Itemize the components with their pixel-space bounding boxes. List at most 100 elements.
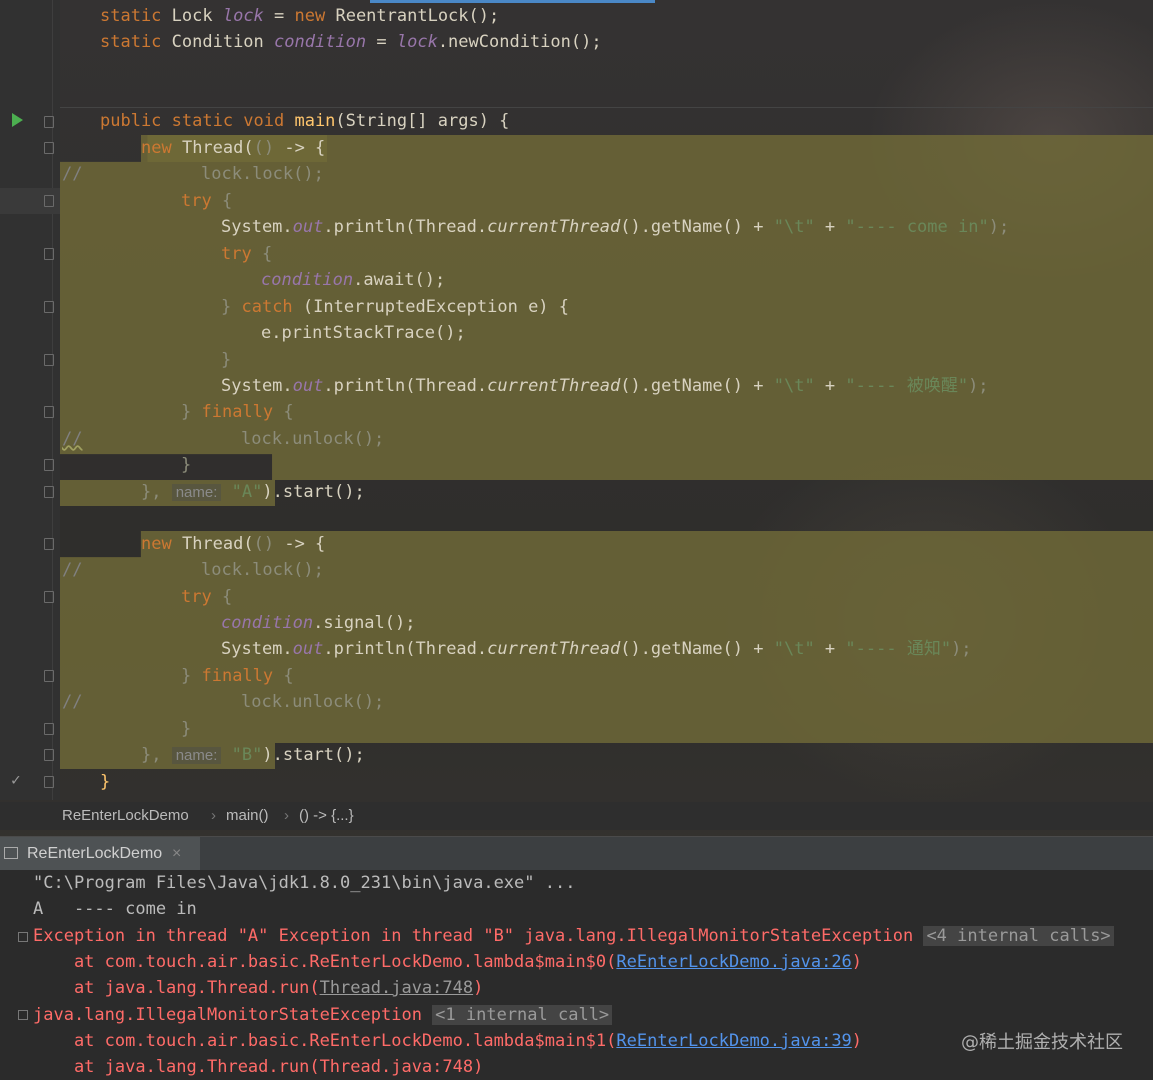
console-line-output: A ---- come in xyxy=(33,899,197,919)
console-line-stack: at java.lang.Thread.run(Thread.java:748) xyxy=(33,975,483,1001)
fold-marker-icon[interactable] xyxy=(44,354,54,366)
fold-marker-icon[interactable] xyxy=(44,142,54,154)
code-line-start-a: }, name: "A").start(); xyxy=(141,479,365,505)
commented-lock-call: lock.lock(); xyxy=(201,560,324,580)
code-line-catch: } catch (InterruptedException e) { xyxy=(221,294,569,320)
brace: { xyxy=(221,587,233,607)
run-tool-window-header: ReEnterLockDemo × xyxy=(0,836,1153,871)
fold-marker-icon[interactable] xyxy=(44,301,54,313)
code-line-println-2: System.out.println(Thread.currentThread(… xyxy=(221,373,989,399)
field-condition: condition xyxy=(274,32,367,52)
await-call: .await(); xyxy=(353,270,446,290)
fold-marker-icon[interactable] xyxy=(44,776,54,788)
message-string: "---- 通知" xyxy=(845,639,952,659)
field-lock: lock xyxy=(396,32,438,52)
internal-calls-fold[interactable]: <4 internal calls> xyxy=(923,926,1114,946)
thread-name-string: "A" xyxy=(231,482,263,502)
out-field: out xyxy=(292,639,324,659)
brace: { xyxy=(283,402,294,422)
source-link[interactable]: ReEnterLockDemo.java:39 xyxy=(616,1031,851,1051)
brace: } xyxy=(221,297,242,317)
kw-try: try xyxy=(181,191,222,211)
condition-field: condition xyxy=(221,613,314,633)
run-main-icon[interactable] xyxy=(12,113,23,127)
exception-text: Exception in thread "A" Exception in thr… xyxy=(33,926,924,946)
line-end: ); xyxy=(968,376,989,396)
thread-ctor: Thread( xyxy=(181,534,254,554)
console-icon xyxy=(4,847,18,859)
stack-close: ) xyxy=(473,978,484,998)
fold-marker-icon[interactable] xyxy=(44,459,54,471)
op-eq: = xyxy=(366,32,397,52)
fold-marker-icon[interactable] xyxy=(44,406,54,418)
fold-marker-icon[interactable] xyxy=(44,723,54,735)
line-end: ); xyxy=(988,217,1010,237)
code-line-finally-a: } finally { xyxy=(181,399,294,425)
lambda-close: }, xyxy=(141,745,172,765)
get-name-call: ().getName() + xyxy=(620,639,774,659)
lambda-params: () xyxy=(253,138,275,158)
param-hint: name: xyxy=(171,484,222,501)
fold-marker-icon[interactable] xyxy=(44,538,54,550)
tab-string: "\t" xyxy=(773,217,815,237)
fold-marker-icon[interactable] xyxy=(44,749,54,761)
kw-catch: catch xyxy=(241,297,303,317)
stack-close: ) xyxy=(851,952,863,972)
breadcrumb-method[interactable]: main() xyxy=(226,802,269,830)
close-icon[interactable]: × xyxy=(172,837,181,871)
expand-icon[interactable] xyxy=(18,932,28,942)
fold-marker-icon[interactable] xyxy=(44,670,54,682)
condition-field: condition xyxy=(261,270,354,290)
kw-try: try xyxy=(221,244,262,264)
fold-marker-icon[interactable] xyxy=(44,248,54,260)
main-closing-brace: } xyxy=(100,772,111,792)
code-line-print-stack: e.printStackTrace(); xyxy=(261,323,466,343)
source-link[interactable]: Thread.java:748 xyxy=(320,978,474,998)
source-link[interactable]: ReEnterLockDemo.java:26 xyxy=(616,952,851,972)
get-name-call: ().getName() + xyxy=(620,376,774,396)
console-line-exception: java.lang.IllegalMonitorStateException <… xyxy=(33,1002,613,1028)
get-name-call: ().getName() + xyxy=(620,217,774,237)
type-lock: Lock xyxy=(171,6,223,26)
fold-marker-icon[interactable] xyxy=(44,486,54,498)
internal-calls-fold[interactable]: <1 internal call> xyxy=(432,1005,613,1025)
method-name: main xyxy=(294,111,336,131)
method-call: .newCondition(); xyxy=(437,32,602,52)
breadcrumb-lambda[interactable]: () -> {...} xyxy=(299,802,354,830)
lambda-arrow: -> { xyxy=(274,534,326,554)
system-ref: System. xyxy=(221,639,293,659)
type-condition: Condition xyxy=(171,32,275,52)
message-string: "---- come in" xyxy=(845,217,989,237)
commented-unlock-call: lock.unlock(); xyxy=(241,692,385,712)
brace: } xyxy=(181,402,202,422)
signal-call: .signal(); xyxy=(313,613,416,633)
breadcrumb-class[interactable]: ReEnterLockDemo xyxy=(62,802,189,830)
stack-text: at com.touch.air.basic.ReEnterLockDemo.l… xyxy=(33,1031,617,1051)
closing-brace: } xyxy=(221,350,232,370)
fold-marker-icon[interactable] xyxy=(44,195,54,207)
system-ref: System. xyxy=(221,217,293,237)
lambda-arrow: -> { xyxy=(274,138,326,158)
current-thread-call: currentThread xyxy=(487,376,621,396)
fold-marker-icon[interactable] xyxy=(44,591,54,603)
println-call: .println(Thread. xyxy=(323,639,488,659)
brace: { xyxy=(283,666,294,686)
console-line-command: "C:\Program Files\Java\jdk1.8.0_231\bin\… xyxy=(33,873,576,893)
thread-ctor: Thread( xyxy=(181,138,254,158)
brace: { xyxy=(261,244,273,264)
kw-static: static xyxy=(100,32,172,52)
run-tab[interactable]: ReEnterLockDemo × xyxy=(0,837,200,871)
fold-marker-icon[interactable] xyxy=(44,116,54,128)
run-tab-label: ReEnterLockDemo xyxy=(27,845,163,862)
breadcrumb-separator-icon: › xyxy=(211,807,216,824)
expand-icon[interactable] xyxy=(18,1010,28,1020)
method-params: (String[] args) { xyxy=(335,111,510,131)
thread-name-string: "B" xyxy=(231,745,263,765)
code-line-println-1: System.out.println(Thread.currentThread(… xyxy=(221,214,1009,240)
comment-marker: // xyxy=(62,164,83,184)
plus-op: + xyxy=(814,376,846,396)
println-call: .println(Thread. xyxy=(323,376,488,396)
op-eq: = xyxy=(263,6,295,26)
stack-text: at java.lang.Thread.run( xyxy=(33,978,320,998)
println-call: .println(Thread. xyxy=(323,217,488,237)
